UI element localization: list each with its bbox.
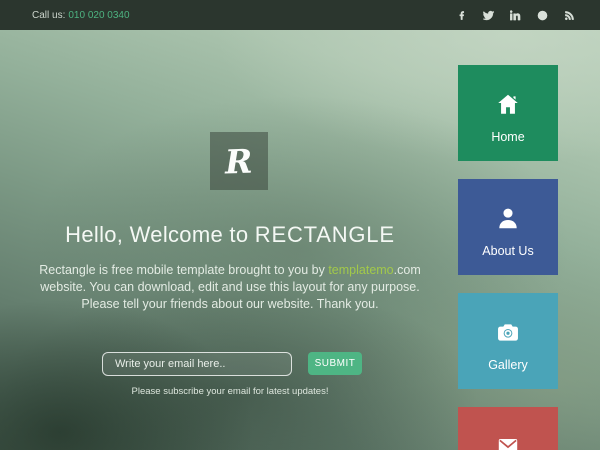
facebook-icon[interactable]	[453, 7, 470, 24]
submit-button[interactable]: SUBMIT	[308, 352, 362, 375]
sidebar-tile-label: Home	[491, 130, 524, 145]
home-icon	[495, 91, 521, 117]
sidebar-tile-about-us[interactable]: About Us	[458, 179, 558, 275]
topbar: Call us:010 020 0340	[0, 0, 600, 30]
subscribe-note: Please subscribe your email for latest u…	[0, 386, 460, 397]
pinterest-icon[interactable]	[534, 7, 551, 24]
email-input[interactable]	[102, 352, 292, 376]
sidebar-tile-label: About Us	[482, 244, 533, 259]
sidebar-tile-gallery[interactable]: Gallery	[458, 293, 558, 389]
site-logo: R	[210, 132, 268, 190]
heading-light: Hello, Welcome to	[65, 222, 255, 247]
sidebar-tile-label: Gallery	[488, 358, 528, 373]
sidebar-tile-home[interactable]: Home	[458, 65, 558, 161]
logo-letter: R	[225, 141, 254, 181]
hero-paragraph: Rectangle is free mobile template brough…	[25, 262, 435, 313]
linkedin-icon[interactable]	[507, 7, 524, 24]
page: Call us:010 020 0340 R Hello, Welcome to…	[0, 0, 600, 450]
camera-icon	[495, 319, 521, 345]
call-us: Call us:010 020 0340	[32, 10, 130, 21]
templatemo-link[interactable]: templatemo	[328, 263, 393, 277]
paragraph-text: Rectangle is free mobile template brough…	[39, 263, 328, 277]
user-icon	[495, 205, 521, 231]
heading-strong: RECTANGLE	[255, 222, 395, 247]
social-links	[453, 7, 578, 24]
twitter-icon[interactable]	[480, 7, 497, 24]
sidebar-tile-contact[interactable]	[458, 407, 558, 450]
call-us-label: Call us:	[32, 10, 65, 21]
envelope-icon	[495, 433, 521, 450]
phone-link[interactable]: 010 020 0340	[68, 10, 129, 21]
rss-icon[interactable]	[561, 7, 578, 24]
hero-heading: Hello, Welcome to RECTANGLE	[0, 222, 460, 248]
